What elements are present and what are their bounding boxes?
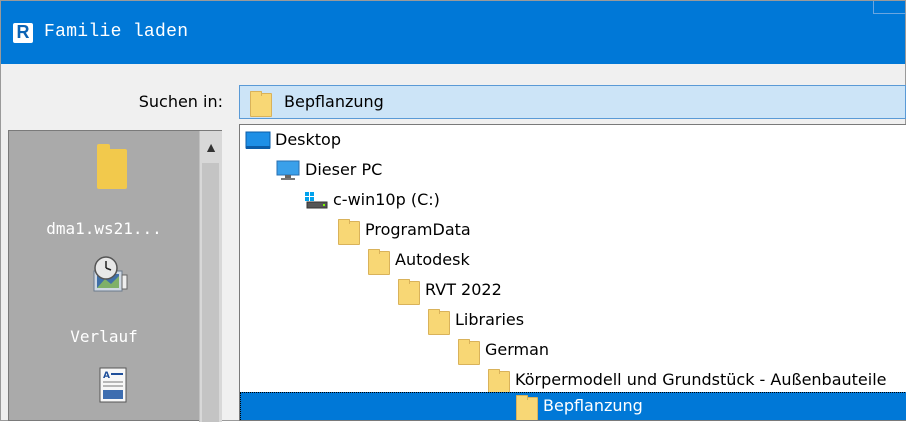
tree-item-german[interactable]: German	[240, 336, 906, 366]
window-title: Familie laden	[44, 22, 189, 42]
tree-item-autodesk[interactable]: Autodesk	[240, 246, 906, 276]
folder-icon	[458, 339, 480, 365]
tree-item-label: Desktop	[275, 130, 341, 149]
places-item-label[interactable]: Verlauf	[9, 327, 199, 346]
folder-icon	[428, 309, 450, 335]
look-in-value: Bepflanzung	[284, 92, 384, 111]
title-bar-edge	[873, 1, 906, 14]
scroll-up-arrow-icon[interactable]: ▲	[200, 139, 222, 161]
tree-item-label: Körpermodell und Grundstück - Außenbaute…	[515, 370, 887, 389]
folder-icon	[516, 395, 538, 420]
tree-item-label: Bepflanzung	[543, 396, 643, 415]
places-item-label[interactable]: dma1.ws21...	[9, 219, 199, 238]
folder-icon	[338, 219, 360, 245]
revit-logo-icon: R	[13, 22, 33, 43]
tree-item-label: German	[485, 340, 550, 359]
tree-item-this-pc[interactable]: Dieser PC	[240, 156, 906, 186]
folder-tree-list: Desktop Dieser PC c-win10p (C:) ProgramD…	[239, 124, 906, 421]
places-bar: dma1.ws21... Verlauf A ▲	[8, 130, 222, 422]
scroll-thumb[interactable]	[202, 163, 219, 422]
tree-item-label: Autodesk	[395, 250, 470, 269]
tree-item-rvt-2022[interactable]: RVT 2022	[240, 276, 906, 306]
tree-item-programdata[interactable]: ProgramData	[240, 216, 906, 246]
places-scrollbar[interactable]: ▲	[199, 131, 222, 422]
desktop-icon	[245, 131, 271, 149]
title-bar[interactable]: R Familie laden	[1, 1, 906, 64]
tree-item-label: ProgramData	[365, 220, 471, 239]
document-icon[interactable]: A	[99, 367, 127, 403]
folder-icon[interactable]	[97, 144, 127, 189]
look-in-label: Suchen in:	[138, 92, 223, 111]
tree-item-label: Dieser PC	[305, 160, 383, 179]
tree-item-label: Libraries	[455, 310, 525, 329]
folder-icon	[368, 249, 390, 275]
tree-item-desktop[interactable]: Desktop	[240, 126, 906, 156]
computer-icon	[276, 160, 300, 180]
tree-item-bepflanzung[interactable]: Bepflanzung	[240, 392, 906, 420]
drive-icon	[305, 192, 328, 209]
tree-item-libraries[interactable]: Libraries	[240, 306, 906, 336]
svg-text:A: A	[103, 371, 110, 381]
folder-icon	[398, 279, 420, 305]
tree-item-drive-c[interactable]: c-win10p (C:)	[240, 186, 906, 216]
tree-item-label: c-win10p (C:)	[333, 190, 440, 209]
look-in-dropdown[interactable]: Bepflanzung	[239, 85, 906, 119]
tree-item-label: RVT 2022	[425, 280, 502, 299]
folder-icon	[250, 91, 272, 117]
recent-history-icon[interactable]	[91, 255, 129, 295]
